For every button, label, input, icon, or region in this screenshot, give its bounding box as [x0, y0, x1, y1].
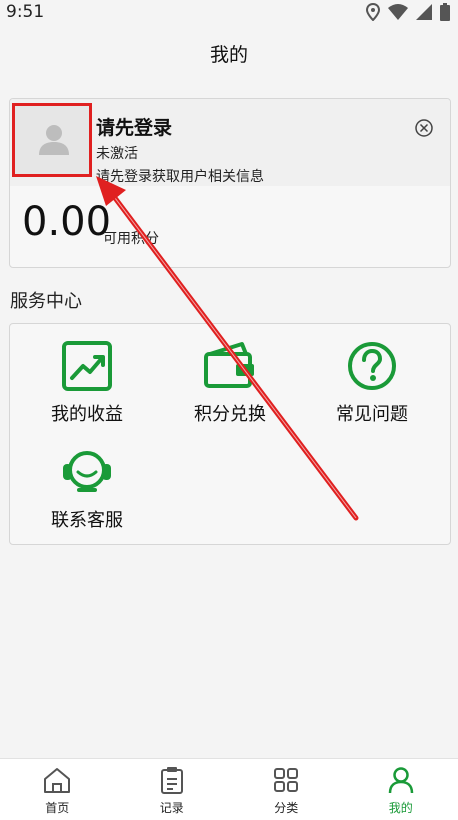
signal-icon — [416, 4, 432, 20]
service-center-card: 我的收益 积分兑换 常见问题 联系客服 — [9, 323, 451, 545]
close-icon[interactable] — [414, 118, 434, 138]
avatar[interactable] — [12, 103, 92, 177]
points-value: 0.00 — [22, 199, 112, 245]
bottom-tab-bar: 首页 记录 分类 我的 — [0, 758, 458, 820]
tab-label: 分类 — [274, 801, 299, 815]
service-label: 联系客服 — [51, 510, 123, 531]
person-icon — [388, 767, 413, 794]
wifi-icon — [388, 4, 408, 20]
grid-icon — [274, 768, 299, 792]
tab-home[interactable]: 首页 — [0, 759, 115, 820]
activation-status: 未激活 — [96, 146, 138, 162]
tab-label: 记录 — [159, 801, 184, 815]
location-icon — [366, 3, 380, 21]
service-label: 我的收益 — [51, 404, 123, 425]
question-icon — [348, 342, 396, 390]
service-my-earnings[interactable]: 我的收益 — [27, 340, 147, 426]
section-title-services: 服务中心 — [10, 291, 82, 312]
tab-categories[interactable]: 分类 — [229, 759, 344, 820]
points-label: 可用积分 — [103, 231, 159, 247]
service-customer-service[interactable]: 联系客服 — [27, 446, 147, 532]
status-time: 9:51 — [6, 2, 45, 22]
wallet-icon — [204, 342, 254, 388]
home-icon — [44, 768, 71, 793]
tab-records[interactable]: 记录 — [115, 759, 230, 820]
battery-icon — [440, 3, 450, 21]
status-icons — [366, 3, 450, 21]
earnings-chart-icon — [62, 341, 112, 391]
service-label: 常见问题 — [336, 404, 408, 425]
page-title: 我的 — [209, 44, 248, 66]
tab-label: 首页 — [45, 801, 70, 815]
clipboard-icon — [160, 767, 183, 794]
default-avatar-icon — [39, 125, 69, 155]
tab-mine[interactable]: 我的 — [344, 759, 458, 820]
customer-service-icon — [63, 451, 111, 492]
status-bar: 9:51 — [0, 0, 458, 26]
login-tip: 请先登录获取用户相关信息 — [96, 169, 264, 185]
tab-label: 我的 — [388, 801, 413, 815]
service-points-exchange[interactable]: 积分兑换 — [170, 340, 290, 426]
service-faq[interactable]: 常见问题 — [312, 340, 432, 426]
service-label: 积分兑换 — [194, 404, 266, 425]
login-prompt-name[interactable]: 请先登录 — [96, 113, 172, 140]
